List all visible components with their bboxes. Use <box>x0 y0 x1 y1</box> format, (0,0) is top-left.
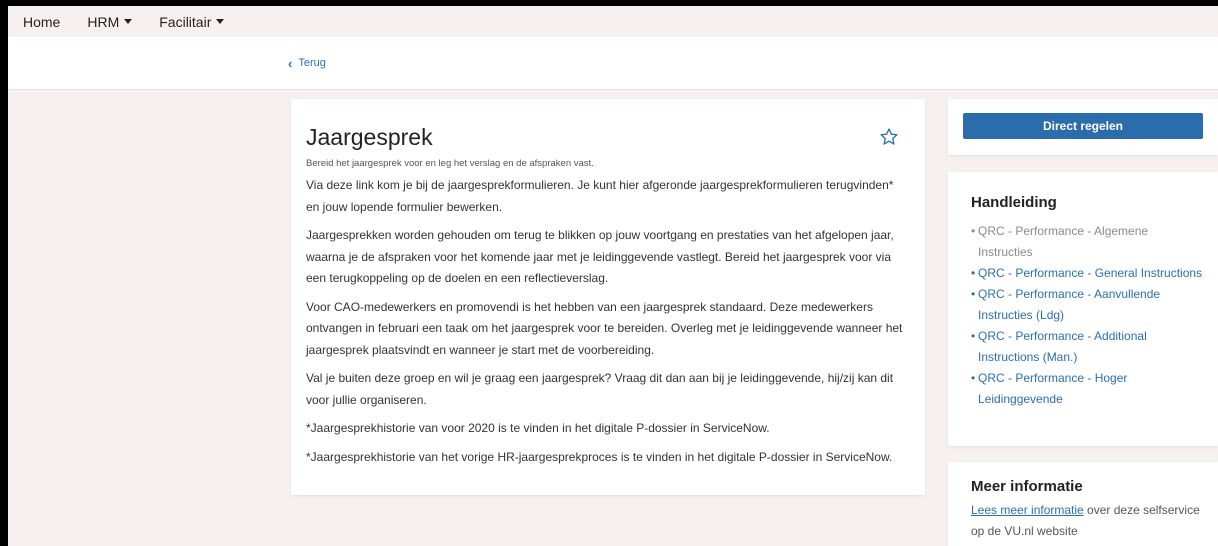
body-paragraph: *Jaargesprekhistorie van het vorige HR-j… <box>306 449 893 464</box>
nav-home[interactable]: Home <box>23 14 60 30</box>
back-link-label: Terug <box>298 57 326 69</box>
more-info-heading: Meer informatie <box>971 478 1083 495</box>
nav-facilitair-dropdown[interactable]: Facilitair <box>159 13 225 30</box>
manual-link-general-instructions[interactable]: • QRC - Performance - General Instructio… <box>971 263 1203 284</box>
nav-hrm-dropdown[interactable]: HRM <box>87 13 133 30</box>
more-info-text: Lees meer informatie over deze selfservi… <box>971 500 1203 542</box>
manual-link-label: QRC - Performance - Additional Instructi… <box>978 329 1147 364</box>
back-link[interactable]: ‹ Terug <box>288 55 326 71</box>
manual-link-label: QRC - Performance - General Instructions <box>978 266 1203 280</box>
bullet: • <box>971 224 976 238</box>
bullet: • <box>971 329 976 343</box>
body-paragraph: *Jaargesprekhistorie van voor 2020 is te… <box>306 421 770 435</box>
manual-link-label: QRC - Performance - Aanvullende Instruct… <box>978 287 1161 322</box>
manual-link-aanvullende-instructies[interactable]: • QRC - Performance - Aanvullende Instru… <box>971 284 1203 326</box>
page-subtitle: Bereid het jaargesprek voor en leg het v… <box>306 158 594 169</box>
caret-down-icon <box>124 19 133 24</box>
chevron-left-icon: ‹ <box>288 55 293 71</box>
direct-regelen-button[interactable]: Direct regelen <box>963 113 1203 139</box>
bullet: • <box>971 266 976 280</box>
bullet: • <box>971 287 976 301</box>
page-title: Jaargesprek <box>306 124 433 150</box>
manual-list: • QRC - Performance - Algemene Instructi… <box>971 221 1203 410</box>
manual-link-hoger-leidinggevende[interactable]: • QRC - Performance - Hoger Leidinggeven… <box>971 368 1203 410</box>
more-info-card: Meer informatie Lees meer informatie ove… <box>948 462 1218 546</box>
manual-link-label: QRC - Performance - Hoger Leidinggevende <box>978 371 1128 406</box>
nav-home-label: Home <box>23 13 61 30</box>
caret-down-icon <box>216 19 225 24</box>
manual-link-label: QRC - Performance - Algemene Instructies <box>978 224 1149 259</box>
manual-link-algemene-instructies[interactable]: • QRC - Performance - Algemene Instructi… <box>971 221 1203 263</box>
nav-hrm-label: HRM <box>87 13 120 30</box>
main-content-card: Jaargesprek Bereid het jaargesprek voor … <box>291 99 925 495</box>
bullet: • <box>971 371 976 385</box>
star-outline-icon[interactable] <box>879 127 899 147</box>
manual-heading: Handleiding <box>971 194 1057 211</box>
body-paragraph: Jaargesprekken worden gehouden om terug … <box>306 228 894 285</box>
body-paragraph: Voor CAO-medewerkers en promovendi is he… <box>306 299 903 357</box>
window-border-left <box>0 0 8 546</box>
top-navbar: Home HRM Facilitair <box>8 6 1218 37</box>
manual-link-additional-instructions[interactable]: • QRC - Performance - Additional Instruc… <box>971 326 1203 368</box>
body-paragraph: Via deze link kom je bij de jaargesprekf… <box>306 178 894 214</box>
manual-card: Handleiding • QRC - Performance - Algeme… <box>948 172 1218 446</box>
nav-facilitair-label: Facilitair <box>159 13 212 30</box>
body-paragraph: Val je buiten deze groep en wil je graag… <box>306 371 894 407</box>
action-card: Direct regelen <box>948 99 1218 155</box>
more-info-link[interactable]: Lees meer informatie <box>971 503 1084 517</box>
sub-header-bar: ‹ Terug <box>8 37 1218 90</box>
